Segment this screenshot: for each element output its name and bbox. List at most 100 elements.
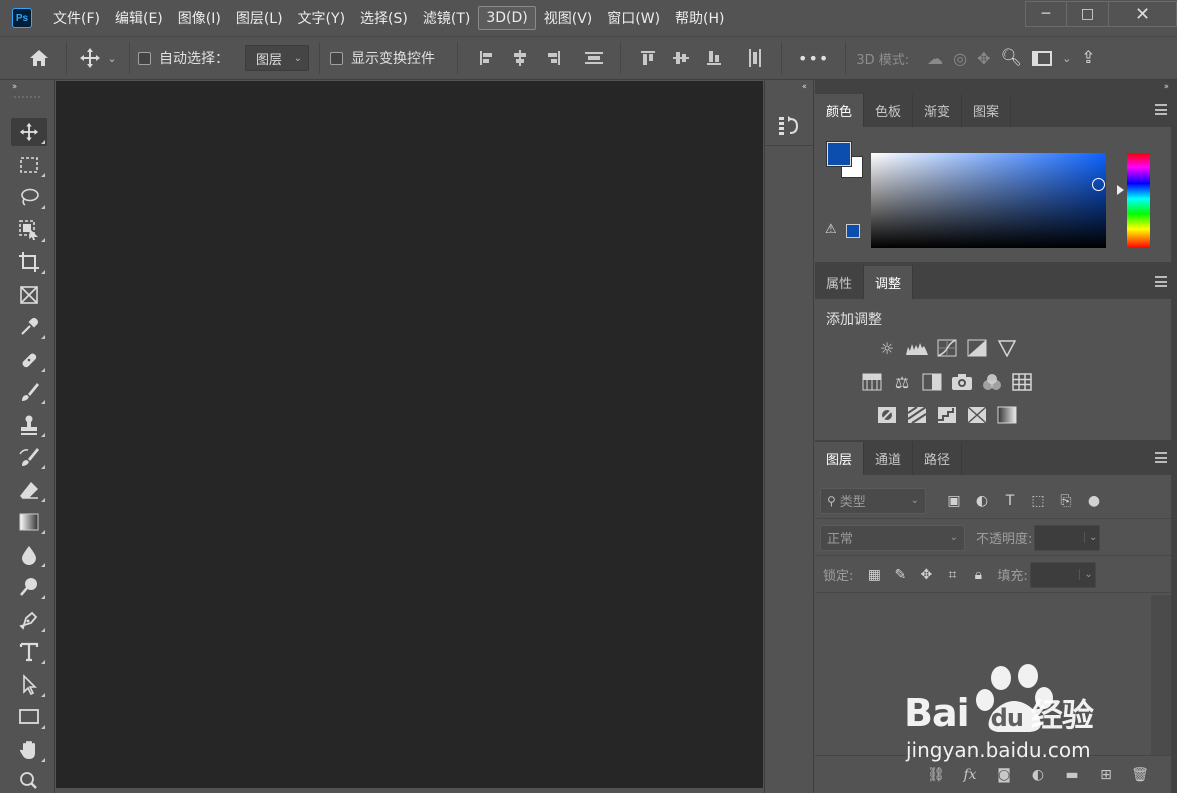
posterize-icon[interactable]: [905, 403, 929, 427]
crop-tool[interactable]: [11, 248, 47, 276]
auto-select-checkbox[interactable]: [138, 51, 151, 65]
dodge-tool[interactable]: [11, 573, 47, 601]
frame-tool[interactable]: [11, 281, 47, 309]
blend-mode-dropdown[interactable]: 正常 ⌄: [820, 524, 965, 551]
new-adjustment-icon[interactable]: ◐: [1021, 767, 1055, 783]
lock-all-icon[interactable]: 🔒︎: [965, 567, 991, 583]
new-group-icon[interactable]: ▬: [1055, 767, 1089, 783]
search-icon[interactable]: 🔍︎: [1000, 48, 1022, 68]
document-canvas[interactable]: [56, 81, 763, 788]
exposure-icon[interactable]: [965, 336, 989, 360]
photo-filter-icon[interactable]: [950, 370, 974, 394]
new-layer-icon[interactable]: ⊞: [1089, 767, 1123, 783]
color-saturation-field[interactable]: [871, 153, 1106, 248]
tab-swatches[interactable]: 色板: [864, 94, 914, 127]
collapse-toolbar-button[interactable]: ››: [0, 80, 54, 94]
object-selection-tool[interactable]: [11, 216, 47, 244]
eyedropper-tool[interactable]: [11, 313, 47, 341]
curves-icon[interactable]: [935, 336, 959, 360]
fill-input[interactable]: ⌄: [1029, 561, 1096, 588]
delete-layer-icon[interactable]: 🗑︎: [1123, 767, 1157, 783]
black-white-icon[interactable]: [920, 370, 944, 394]
fx-icon[interactable]: fx: [953, 767, 987, 783]
pen-tool[interactable]: [11, 606, 47, 634]
panel-menu-icon[interactable]: [1155, 104, 1167, 115]
tab-properties[interactable]: 属性: [815, 266, 865, 299]
tab-color[interactable]: 颜色: [815, 94, 865, 127]
move-tool[interactable]: [11, 118, 47, 146]
panel-menu-icon[interactable]: [1155, 276, 1167, 287]
menu-window[interactable]: 窗口(W): [600, 5, 667, 31]
lock-artboard-icon[interactable]: ⌗: [939, 567, 965, 583]
distribute-vertical-button[interactable]: [577, 46, 610, 70]
adjustment-filter-icon[interactable]: ◐: [968, 493, 996, 509]
menu-select[interactable]: 选择(S): [353, 5, 415, 31]
layers-scrollbar[interactable]: [1151, 595, 1171, 755]
channel-mixer-icon[interactable]: [980, 370, 1004, 394]
home-button[interactable]: [14, 48, 64, 68]
brush-tool[interactable]: [11, 378, 47, 406]
collapse-panels-button[interactable]: ››: [815, 80, 1177, 94]
menu-view[interactable]: 视图(V): [537, 5, 600, 31]
levels-icon[interactable]: [905, 336, 929, 360]
menu-edit[interactable]: 编辑(E): [108, 5, 170, 31]
out-of-gamut-warning-icon[interactable]: ⚠: [825, 222, 837, 237]
layers-list[interactable]: [815, 595, 1151, 755]
foreground-color-swatch[interactable]: [826, 141, 852, 167]
type-tool[interactable]: [11, 638, 47, 666]
add-mask-icon[interactable]: ◙: [987, 767, 1021, 783]
opacity-input[interactable]: ⌄: [1034, 524, 1101, 551]
tab-channels[interactable]: 通道: [864, 442, 914, 475]
vibrance-icon[interactable]: [995, 336, 1019, 360]
lock-transparency-icon[interactable]: ▦: [861, 567, 887, 583]
selective-color-icon[interactable]: [965, 403, 989, 427]
websafe-color-swatch[interactable]: [846, 224, 860, 238]
menu-file[interactable]: 文件(F): [46, 5, 107, 31]
hue-marker[interactable]: [1117, 185, 1124, 195]
collapse-dock-button[interactable]: ‹‹: [765, 80, 813, 94]
tab-paths[interactable]: 路径: [913, 442, 963, 475]
menu-help[interactable]: 帮助(H): [668, 5, 731, 31]
share-icon[interactable]: ⇪: [1081, 48, 1095, 68]
threshold-icon[interactable]: [935, 403, 959, 427]
color-picker-cursor[interactable]: [1092, 178, 1105, 191]
align-left-button[interactable]: [470, 46, 503, 70]
tab-adjustments[interactable]: 调整: [864, 266, 914, 299]
more-options-button[interactable]: •••: [798, 49, 829, 68]
color-balance-icon[interactable]: ⚖: [890, 370, 914, 394]
smart-object-filter-icon[interactable]: ⎘: [1052, 493, 1080, 509]
layer-filter-dropdown[interactable]: ⚲ 类型 ⌄: [820, 487, 926, 514]
tab-patterns[interactable]: 图案: [962, 94, 1012, 127]
image-filter-icon[interactable]: ▣: [940, 493, 968, 509]
invert-icon[interactable]: [875, 403, 899, 427]
menu-3d[interactable]: 3D(D): [478, 6, 536, 30]
align-right-button[interactable]: [536, 46, 569, 70]
toolbar-grip[interactable]: [14, 96, 40, 104]
menu-layer[interactable]: 图层(L): [229, 5, 290, 31]
chevron-down-icon[interactable]: ⌄: [1062, 52, 1071, 65]
auto-select-dropdown[interactable]: 图层 ⌄: [245, 45, 309, 71]
maximize-button[interactable]: □: [1067, 1, 1109, 27]
orbit-icon[interactable]: ☁: [927, 49, 943, 68]
healing-brush-tool[interactable]: [11, 346, 47, 374]
marquee-tool[interactable]: [11, 151, 47, 179]
align-hcenter-button[interactable]: [503, 46, 536, 70]
workspace-icon[interactable]: [1032, 50, 1053, 66]
path-selection-tool[interactable]: [11, 671, 47, 699]
gradient-tool[interactable]: [11, 508, 47, 536]
move-tool-preset[interactable]: ⌄: [75, 47, 121, 69]
roll-icon[interactable]: ◎: [953, 49, 967, 68]
lock-pixels-icon[interactable]: ✎: [887, 567, 913, 583]
eraser-tool[interactable]: [11, 476, 47, 504]
lasso-tool[interactable]: [11, 183, 47, 211]
filter-toggle-icon[interactable]: ●: [1080, 493, 1108, 509]
shape-filter-icon[interactable]: ⬚: [1024, 493, 1052, 509]
align-bottom-button[interactable]: [697, 46, 730, 70]
hue-saturation-icon[interactable]: [860, 370, 884, 394]
history-brush-tool[interactable]: [11, 443, 47, 471]
align-vcenter-button[interactable]: [664, 46, 697, 70]
close-button[interactable]: ✕: [1109, 1, 1177, 27]
tab-layers[interactable]: 图层: [815, 442, 865, 475]
minimize-button[interactable]: ─: [1025, 1, 1067, 27]
menu-filter[interactable]: 滤镜(T): [416, 5, 477, 31]
